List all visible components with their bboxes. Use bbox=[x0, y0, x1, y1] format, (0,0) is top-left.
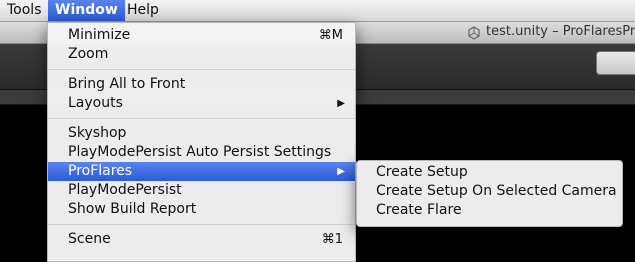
window-menu: Minimize ⌘M Zoom Bring All to Front Layo… bbox=[47, 22, 356, 262]
menu-item-label: Minimize bbox=[68, 27, 131, 43]
shortcut-minimize: ⌘M bbox=[318, 28, 343, 43]
menu-separator bbox=[48, 224, 355, 225]
window-title: test.unity – ProFlaresPro bbox=[486, 24, 635, 39]
menu-item-label: Zoom bbox=[68, 46, 109, 62]
menu-item-layouts[interactable]: Layouts ▶ bbox=[48, 94, 355, 113]
menu-item-create-flare[interactable]: Create Flare bbox=[357, 201, 622, 220]
unity-document-icon bbox=[468, 26, 480, 40]
menu-item-create-setup-selected-camera[interactable]: Create Setup On Selected Camera bbox=[357, 182, 622, 201]
menu-item-playmodepersist-settings[interactable]: PlayModePersist Auto Persist Settings bbox=[48, 143, 355, 162]
menu-item-label: Bring All to Front bbox=[68, 76, 186, 92]
menu-item-minimize[interactable]: Minimize ⌘M bbox=[48, 26, 355, 45]
menu-separator bbox=[48, 69, 355, 70]
menu-item-zoom[interactable]: Zoom bbox=[48, 45, 355, 64]
menu-tools[interactable]: Tools bbox=[0, 0, 49, 21]
menu-help[interactable]: Help bbox=[120, 0, 166, 21]
menu-item-playmodepersist[interactable]: PlayModePersist bbox=[48, 181, 355, 200]
menu-item-label: PlayModePersist Auto Persist Settings bbox=[68, 144, 332, 160]
menu-separator bbox=[48, 118, 355, 119]
menu-bar: Tools Window Help bbox=[0, 0, 635, 22]
menu-item-label: Create Setup On Selected Camera bbox=[376, 183, 617, 199]
menu-item-label: Layouts bbox=[68, 95, 123, 111]
menu-item-show-build-report[interactable]: Show Build Report bbox=[48, 200, 355, 219]
menu-item-create-setup[interactable]: Create Setup bbox=[357, 163, 622, 182]
menu-window[interactable]: Window bbox=[48, 0, 125, 21]
menu-item-label: Scene bbox=[68, 231, 111, 247]
menu-item-label: Skyshop bbox=[68, 125, 127, 141]
submenu-arrow-icon: ▶ bbox=[337, 166, 345, 177]
menu-item-label: Create Setup bbox=[376, 164, 468, 180]
menu-item-scene[interactable]: Scene ⌘1 bbox=[48, 230, 355, 249]
menu-item-label: PlayModePersist bbox=[68, 182, 182, 198]
menu-item-label: ProFlares bbox=[68, 163, 133, 179]
menu-item-label: Create Flare bbox=[376, 202, 462, 218]
proflares-submenu: Create Setup Create Setup On Selected Ca… bbox=[356, 160, 623, 227]
menu-item-bring-all-to-front[interactable]: Bring All to Front bbox=[48, 75, 355, 94]
shortcut-scene: ⌘1 bbox=[321, 232, 343, 247]
toolbar-button[interactable] bbox=[596, 51, 635, 75]
menu-item-label: Show Build Report bbox=[68, 201, 197, 217]
menu-item-skyshop[interactable]: Skyshop bbox=[48, 124, 355, 143]
submenu-arrow-icon: ▶ bbox=[337, 98, 345, 109]
menu-item-proflares[interactable]: ProFlares ▶ bbox=[48, 162, 355, 181]
